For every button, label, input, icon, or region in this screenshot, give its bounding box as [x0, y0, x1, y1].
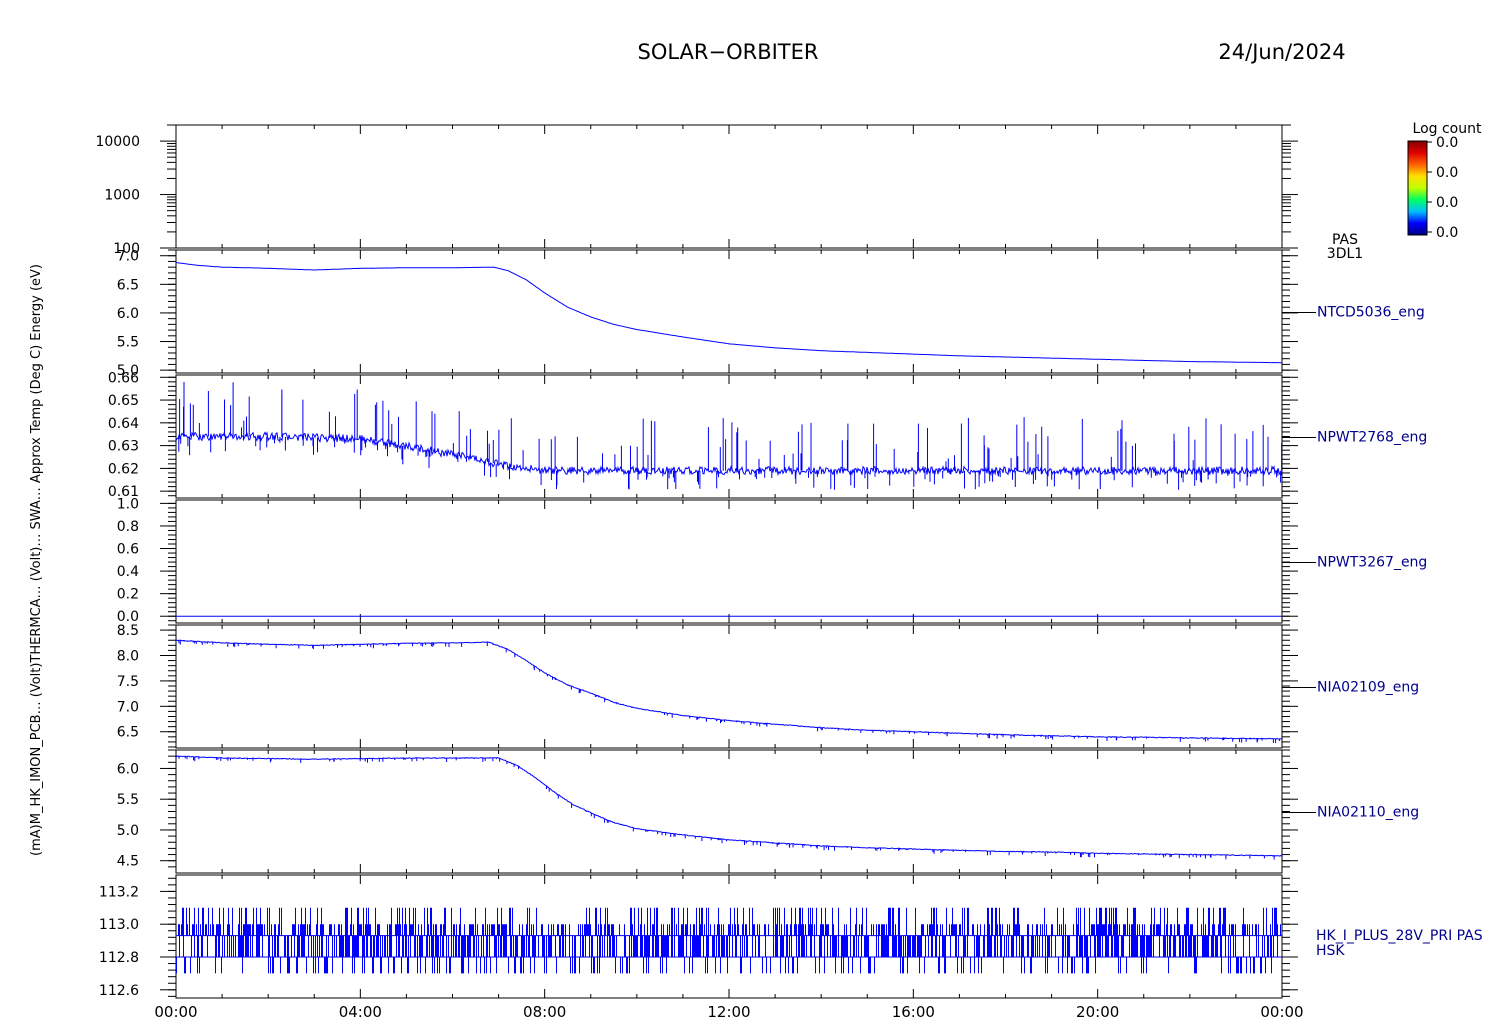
colorbar-tick-label: 0.0	[1436, 165, 1458, 181]
y-tick-label: 0.6	[117, 542, 139, 558]
data-spikes-3	[178, 381, 1283, 490]
panel-frame	[175, 624, 1283, 749]
x-tick-label: 16:00	[892, 1003, 935, 1020]
y-tick-label: 113.0	[99, 917, 139, 933]
panel-5: 8.5 8.0 7.5 7.0 6.5 NIA02109_eng	[117, 623, 1419, 749]
panel-right-label: NPWT2768_eng	[1317, 430, 1427, 446]
data-series-3	[175, 431, 1283, 477]
data-series-5	[175, 639, 1283, 740]
panel-right-label: NIA02109_eng	[1317, 680, 1419, 696]
y-tick-label: 5.0	[117, 823, 139, 839]
y-tick-label: 112.8	[99, 950, 139, 966]
data-series-6	[175, 755, 1283, 857]
panel-frame	[175, 374, 1283, 499]
y-tick-label: 4.5	[117, 854, 139, 870]
data-series-7	[176, 907, 1281, 974]
y-tick-label: 112.6	[99, 983, 139, 999]
data-series-2	[176, 262, 1282, 364]
y-tick-label: 7.5	[117, 674, 139, 690]
x-tick-label: 12:00	[707, 1003, 750, 1020]
y-axis-side-text: (mA)M_HK_IMON_PCB… (Volt)THERMCA… (Volt)…	[29, 264, 44, 856]
y-tick-label: 0.2	[117, 587, 139, 603]
y-tick-label: 1000	[104, 188, 140, 204]
y-tick-label: 7.0	[117, 249, 139, 265]
colorbar-tick-label: 0.0	[1436, 195, 1458, 211]
y-tick-label: 0.66	[108, 370, 139, 386]
y-tick-label: 5.5	[117, 792, 139, 808]
y-tick-label: 6.0	[117, 306, 139, 322]
panel-frame	[175, 249, 1283, 374]
y-tick-label: 0.8	[117, 519, 139, 535]
panel-1: 100001000100PAS3DL1	[95, 124, 1363, 262]
y-tick-label: 6.5	[117, 725, 139, 741]
y-tick-label: 6.5	[117, 277, 139, 293]
y-axis-side-label: (mA)M_HK_IMON_PCB… (Volt)THERMCA… (Volt)…	[29, 264, 44, 856]
panel-4: 1.00.80.60.40.20.0NPWT3267_eng	[117, 496, 1428, 625]
y-tick-label: 8.5	[117, 623, 139, 639]
y-tick-label: 0.63	[108, 439, 139, 455]
y-tick-label: 1.0	[117, 496, 139, 512]
x-tick-label: 04:00	[339, 1003, 382, 1020]
panel-right-label: NIA02110_eng	[1317, 805, 1419, 821]
x-tick-label: 20:00	[1076, 1003, 1119, 1020]
colorbar-tick-label: 0.0	[1436, 135, 1458, 151]
data-spikes-5	[178, 640, 1280, 744]
panel-7: 113.2 113.0 112.8 112.6 HK_I_PLUS_28V_PRI PA…	[99, 874, 1483, 999]
y-tick-label: 113.2	[99, 884, 139, 900]
panel-right-label: NPWT3267_eng	[1317, 555, 1427, 571]
panel-frame	[175, 124, 1283, 249]
y-tick-label: 5.5	[117, 335, 139, 351]
data-spikes-6	[176, 756, 1275, 860]
x-tick-label: 08:00	[523, 1003, 566, 1020]
y-tick-label: 6.0	[117, 761, 139, 777]
panel-right-label: NTCD5036_eng	[1317, 305, 1425, 321]
y-tick-label: 8.0	[117, 648, 139, 664]
y-tick-label: 0.4	[117, 564, 139, 580]
date-label: 24/Jun/2024	[1218, 40, 1345, 64]
mission-title: SOLAR−ORBITER	[637, 40, 818, 64]
y-tick-label: 0.62	[108, 461, 139, 477]
x-tick-label: 00:00	[154, 1003, 197, 1020]
panel-2: 7.06.56.05.55.0NTCD5036_eng	[117, 249, 1425, 379]
colorbar-tick-label: 0.0	[1436, 225, 1458, 241]
x-tick-label: 00:00	[1260, 1003, 1303, 1020]
colorbar-scale	[1407, 140, 1428, 236]
panel-frame	[175, 499, 1283, 624]
panel-right-label: 3DL1	[1327, 246, 1363, 262]
chart-canvas: SOLAR−ORBITER 24/Jun/2024 (mA)M_HK_IMON_…	[29, 40, 1483, 1020]
y-tick-label: 0.64	[108, 416, 139, 432]
panel-right-label: HK_I_PLUS_28V_PRI PAS	[1316, 928, 1483, 944]
panel-frame	[175, 749, 1283, 874]
y-tick-label: 7.0	[117, 699, 139, 715]
y-tick-label: 0.65	[108, 393, 139, 409]
panel-3: 0.660.650.640.630.620.61NPWT2768_eng	[108, 370, 1427, 500]
y-tick-label: 10000	[95, 134, 140, 150]
colorbar: Log count 0.00.00.00.0	[1407, 121, 1482, 241]
panel-6: 6.0 5.5 5.0 4.5 NIA02110_eng	[117, 749, 1419, 874]
panel-right-label: HSK	[1316, 943, 1345, 959]
